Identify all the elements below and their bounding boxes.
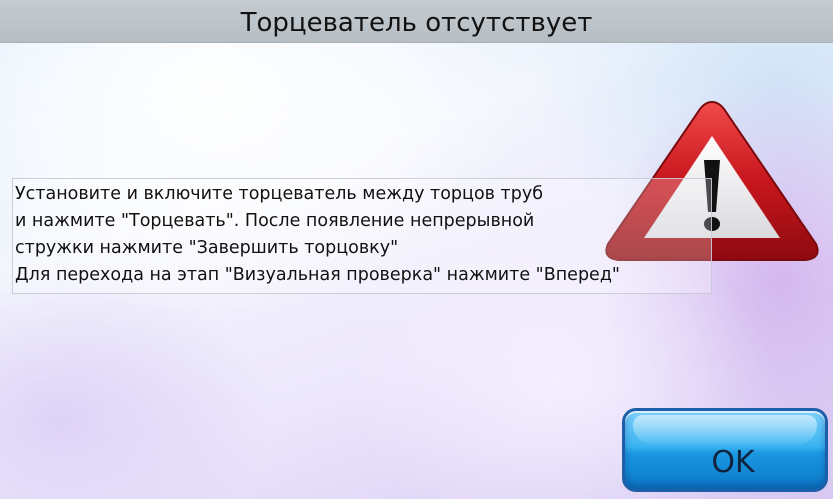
instruction-message: Установите и включите торцеватель между …	[12, 178, 712, 294]
dialog-title-bar: Торцеватель отсутствует	[0, 0, 833, 43]
message-line-1: Установите и включите торцеватель между …	[15, 184, 543, 204]
dialog-title: Торцеватель отсутствует	[240, 8, 593, 38]
warning-dialog: Торцеватель отсутствует Установите и вкл…	[0, 0, 833, 499]
message-line-4: Для перехода на этап "Визуальная проверк…	[15, 265, 620, 285]
ok-button[interactable]: OK	[622, 408, 828, 492]
button-highlight	[633, 415, 817, 445]
message-line-2: и нажмите "Торцевать". После появление н…	[15, 211, 535, 231]
message-line-3: стружки нажмите "Завершить торцовку"	[15, 238, 399, 258]
ok-button-label: OK	[711, 445, 755, 480]
